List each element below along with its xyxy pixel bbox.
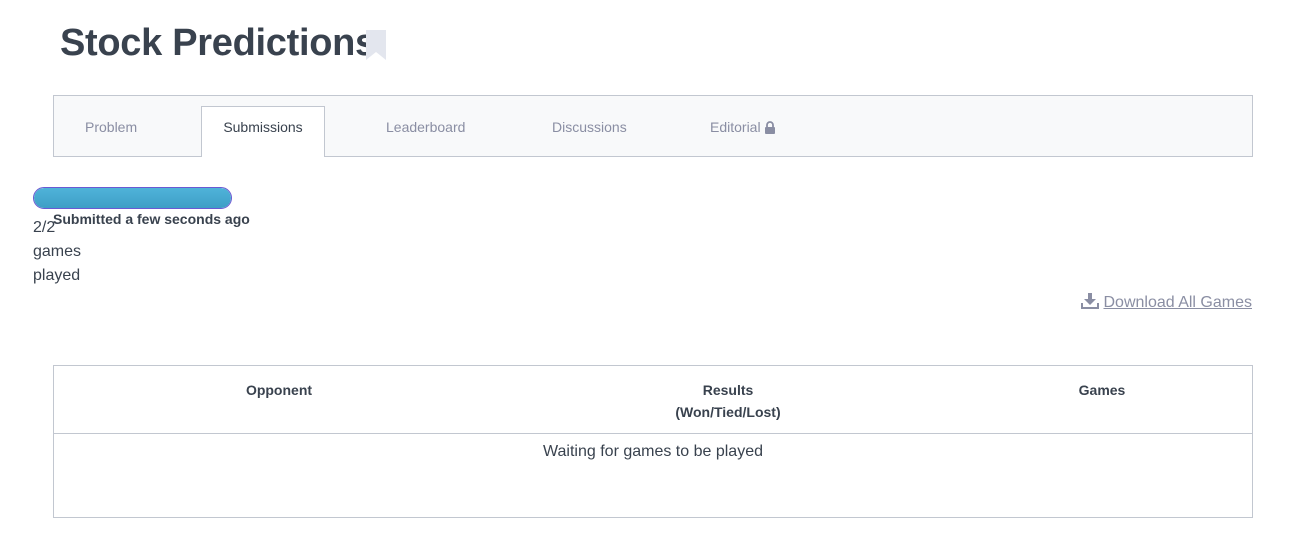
- submission-status: Submitted a few seconds ago: [53, 211, 250, 227]
- tab-editorial-label: Editorial: [710, 119, 761, 135]
- tab-discussions[interactable]: Discussions: [552, 96, 627, 156]
- table-header: Opponent Results (Won/Tied/Lost) Games: [54, 366, 1252, 434]
- column-header-results-sub: (Won/Tied/Lost): [675, 404, 781, 420]
- empty-table-message: Waiting for games to be played: [543, 443, 763, 460]
- tab-editorial[interactable]: Editorial: [710, 96, 776, 156]
- column-header-opponent: Opponent: [245, 382, 313, 398]
- column-header-games: Games: [1078, 382, 1126, 398]
- tab-bar: Problem Submissions Leaderboard Discussi…: [53, 95, 1253, 157]
- column-header-results: Results (Won/Tied/Lost): [504, 379, 952, 423]
- lock-icon: [764, 121, 775, 134]
- results-table: Opponent Results (Won/Tied/Lost) Games W…: [53, 365, 1253, 518]
- download-icon: [1081, 293, 1100, 309]
- download-all-games-link[interactable]: Download All Games: [1081, 293, 1252, 312]
- tab-submissions[interactable]: Submissions: [201, 106, 325, 157]
- bookmark-icon[interactable]: [366, 30, 386, 60]
- page-title: Stock Predictions: [60, 22, 376, 64]
- tab-leaderboard[interactable]: Leaderboard: [386, 96, 465, 156]
- tab-problem[interactable]: Problem: [85, 96, 137, 156]
- column-header-results-label: Results: [702, 382, 754, 398]
- games-progress-fill: [34, 188, 231, 208]
- download-all-games-label: Download All Games: [1103, 294, 1252, 311]
- games-progress-bar: [33, 187, 232, 209]
